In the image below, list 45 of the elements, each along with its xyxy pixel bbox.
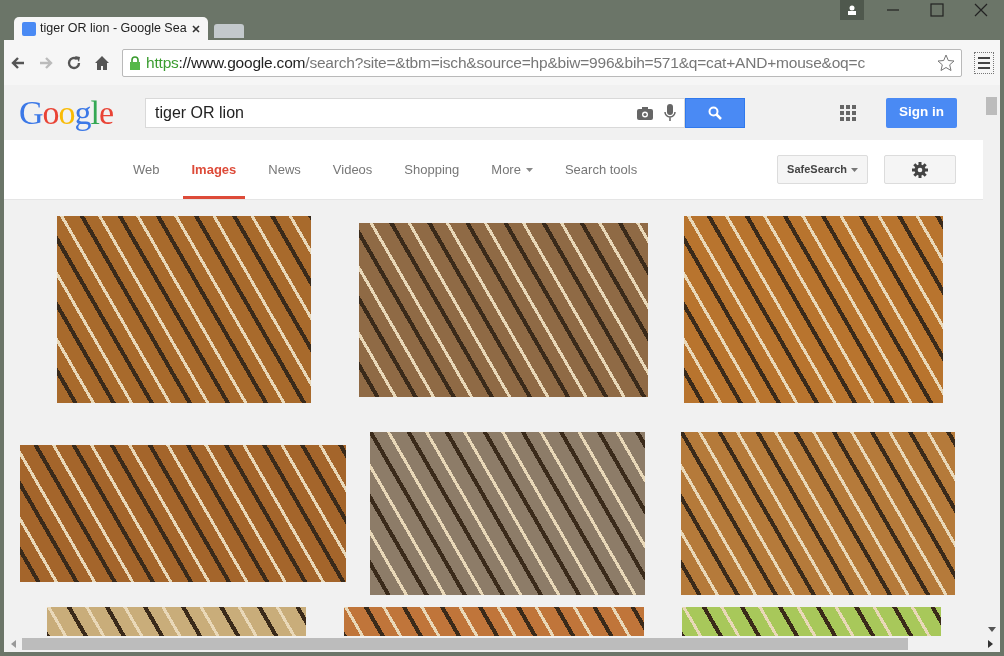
scroll-down-icon[interactable] — [987, 627, 996, 632]
nav-tab[interactable]: Search tools — [555, 140, 647, 199]
photo-placeholder[interactable] — [57, 216, 311, 403]
reload-icon[interactable] — [66, 54, 82, 71]
close-icon[interactable] — [974, 3, 988, 17]
nav-tab[interactable]: Web — [124, 140, 169, 199]
nav-tab[interactable]: Videos — [323, 140, 382, 199]
search-button[interactable] — [685, 97, 745, 128]
lock-icon — [129, 55, 141, 70]
photo-placeholder[interactable] — [370, 431, 645, 595]
sign-in-button[interactable]: Sign in — [886, 97, 957, 128]
settings-button[interactable] — [884, 155, 956, 184]
scroll-right-icon[interactable] — [988, 640, 993, 648]
safesearch-button[interactable]: SafeSearch — [777, 155, 868, 184]
caret-icon — [525, 167, 533, 172]
apps-grid-icon[interactable] — [840, 104, 856, 121]
photo-placeholder[interactable] — [20, 444, 346, 582]
search-field[interactable]: tiger OR lion — [145, 97, 685, 128]
profile-icon[interactable] — [840, 0, 864, 20]
settings-icon — [911, 160, 929, 179]
tab-title: tiger OR lion - Google Sea — [40, 20, 188, 38]
photo-placeholder[interactable] — [359, 222, 648, 397]
nav-tab[interactable]: More — [482, 140, 542, 199]
browser-tab[interactable]: tiger OR lion - Google Sea — [14, 17, 208, 40]
back-icon[interactable] — [10, 54, 26, 71]
close-tab-icon[interactable] — [192, 24, 200, 33]
search-query: tiger OR lion — [155, 102, 245, 123]
home-icon[interactable] — [94, 54, 110, 71]
google-favicon-icon — [22, 21, 36, 36]
caret-icon — [851, 167, 858, 172]
star-icon[interactable] — [937, 53, 955, 72]
scrollbar-thumb[interactable] — [22, 638, 908, 650]
url-text: https://www.google.com/search?site=&tbm=isch&source=hp&biw=996&bih=571&q=cat+AND+mouse&oq=c — [146, 52, 866, 73]
nav-tab[interactable]: Shopping — [395, 140, 469, 199]
address-bar[interactable]: https://www.google.com/search?site=&tbm=isch&source=hp&biw=996&bih=571&q=cat+AND+mouse&oq=c — [122, 48, 962, 77]
google-logo[interactable]: Google — [19, 87, 129, 138]
menu-icon[interactable] — [974, 51, 994, 74]
nav-tab[interactable]: News — [259, 140, 310, 199]
nav-tab[interactable]: Images — [182, 140, 246, 199]
camera-icon[interactable] — [636, 105, 654, 120]
search-icon — [708, 105, 722, 120]
photo-placeholder[interactable] — [681, 431, 955, 595]
scrollbar-thumb[interactable] — [986, 97, 997, 115]
microphone-icon[interactable] — [664, 103, 676, 122]
photo-placeholder[interactable] — [684, 216, 943, 403]
